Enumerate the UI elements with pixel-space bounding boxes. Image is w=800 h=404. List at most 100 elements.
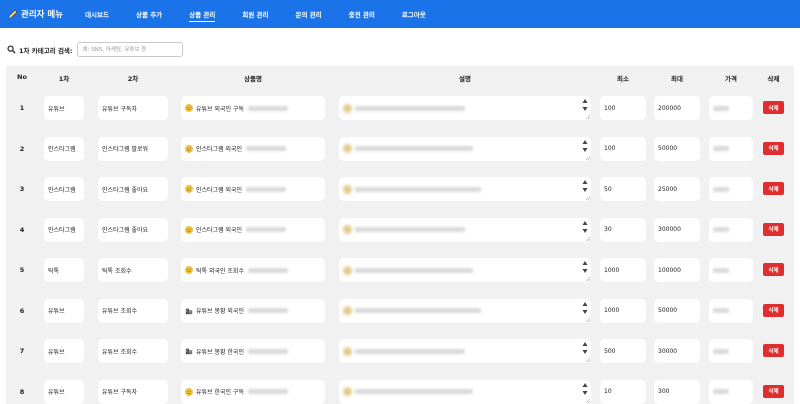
max-field[interactable]: 200000: [654, 96, 700, 120]
product-name-field[interactable]: 유튜브 외국인 구독: [181, 96, 325, 120]
resize-handle-icon[interactable]: [585, 276, 590, 281]
resize-handle-icon[interactable]: [585, 195, 590, 200]
nav-item-6[interactable]: 로그아웃: [402, 0, 426, 28]
nav-item-2[interactable]: 상품 관리: [189, 0, 216, 28]
description-field[interactable]: [339, 379, 591, 404]
description-field[interactable]: [339, 136, 591, 161]
cat1-field[interactable]: 틱톡: [44, 258, 84, 282]
max-field[interactable]: 300: [654, 379, 700, 404]
cat1-field[interactable]: 유튜브: [44, 339, 84, 363]
price-field[interactable]: [709, 298, 753, 323]
price-field[interactable]: [709, 96, 753, 120]
smiley-icon: [185, 387, 193, 396]
min-field[interactable]: 100: [600, 136, 646, 161]
min-field[interactable]: 1000: [600, 258, 646, 282]
min-field[interactable]: 100: [600, 96, 646, 120]
resize-handle-icon[interactable]: [585, 236, 590, 241]
cat2-field[interactable]: 유튜브 구독자: [98, 96, 168, 120]
min-field[interactable]: 50: [600, 177, 646, 201]
product-name-field[interactable]: 인스타그램 외국인: [181, 217, 325, 242]
max-value: 50000: [658, 145, 678, 152]
min-field[interactable]: 1000: [600, 298, 646, 323]
delete-button[interactable]: 삭제: [763, 384, 784, 398]
scroll-arrows-icon[interactable]: [582, 98, 588, 112]
product-name-field[interactable]: 유튜브 봉황 한국인: [181, 339, 325, 363]
resize-handle-icon[interactable]: [585, 155, 590, 160]
building-icon: [185, 348, 193, 355]
scroll-arrows-icon[interactable]: [582, 301, 588, 315]
scroll-arrows-icon[interactable]: [582, 139, 588, 153]
scroll-arrows-icon[interactable]: [582, 341, 588, 355]
delete-button[interactable]: 삭제: [763, 101, 784, 114]
description-field[interactable]: [339, 298, 591, 323]
description-field[interactable]: [339, 96, 591, 120]
product-name-field[interactable]: 유튜브 한국인 구독: [181, 379, 325, 404]
max-field[interactable]: 100000: [654, 258, 700, 282]
description-field[interactable]: [339, 339, 591, 363]
min-field[interactable]: 30: [600, 217, 646, 242]
description-field[interactable]: [339, 258, 591, 282]
resize-handle-icon[interactable]: [585, 357, 590, 362]
max-field[interactable]: 50000: [654, 136, 700, 161]
max-field[interactable]: 300000: [654, 217, 700, 242]
blurred-text: [355, 348, 465, 354]
cat2-value: 인스타그램 좋아요: [102, 186, 149, 194]
scroll-arrows-icon[interactable]: [582, 179, 588, 193]
cat2-field[interactable]: 유튜브 조회수: [98, 298, 168, 323]
delete-button[interactable]: 삭제: [763, 263, 784, 276]
product-name-field[interactable]: 인스타그램 외국인: [181, 136, 325, 161]
product-name-field[interactable]: 틱톡 외국인 조회수: [181, 258, 325, 282]
resize-handle-icon[interactable]: [585, 398, 590, 403]
blurred-price: [713, 227, 729, 232]
cat2-field[interactable]: 인스타그램 좋아요: [98, 217, 168, 242]
nav-item-0[interactable]: 대시보드: [85, 0, 109, 28]
cat2-field[interactable]: 인스타그램 팔로워: [98, 136, 168, 161]
delete-button[interactable]: 삭제: [763, 182, 784, 195]
product-name-field[interactable]: 인스타그램 외국인: [181, 177, 325, 201]
min-value: 100: [604, 104, 616, 112]
nav-item-1[interactable]: 상품 추가: [136, 0, 162, 28]
delete-button[interactable]: 삭제: [763, 303, 784, 317]
nav-item-4[interactable]: 문의 관리: [296, 0, 322, 28]
row-number: 1: [19, 104, 25, 112]
product-name-field[interactable]: 유튜브 봉황 외국인: [181, 298, 325, 323]
max-field[interactable]: 25000: [654, 177, 700, 201]
product-name-value: 유튜브 봉황 외국인: [196, 308, 244, 315]
nav-item-3[interactable]: 회원 관리: [242, 0, 268, 28]
scroll-arrows-icon[interactable]: [582, 260, 588, 274]
max-field[interactable]: 50000: [654, 298, 700, 323]
scroll-arrows-icon[interactable]: [582, 220, 588, 234]
price-field[interactable]: [709, 379, 753, 404]
description-field[interactable]: [339, 217, 591, 242]
cat2-field[interactable]: 유튜브 조회수: [98, 339, 168, 363]
cat1-field[interactable]: 유튜브: [44, 96, 84, 120]
cat1-field[interactable]: 유튜브: [44, 379, 84, 404]
scroll-arrows-icon[interactable]: [582, 382, 588, 396]
pencil-icon: [8, 9, 18, 19]
price-field[interactable]: [709, 177, 753, 201]
cat1-field[interactable]: 인스타그램: [44, 136, 84, 161]
blurred-text: [355, 146, 473, 151]
delete-button[interactable]: 삭제: [763, 222, 784, 236]
delete-button[interactable]: 삭제: [763, 141, 784, 155]
max-value: 25000: [658, 185, 678, 193]
resize-handle-icon[interactable]: [585, 317, 590, 322]
cat1-field[interactable]: 인스타그램: [44, 217, 84, 242]
nav-item-5[interactable]: 충전 관리: [349, 0, 375, 28]
min-field[interactable]: 500: [600, 339, 646, 363]
price-field[interactable]: [709, 258, 753, 282]
max-field[interactable]: 30000: [654, 339, 700, 363]
resize-handle-icon[interactable]: [585, 114, 590, 119]
description-field[interactable]: [339, 177, 591, 201]
price-field[interactable]: [709, 217, 753, 242]
price-field[interactable]: [709, 136, 753, 161]
cat2-field[interactable]: 인스타그램 좋아요: [98, 177, 168, 201]
cat1-field[interactable]: 인스타그램: [44, 177, 84, 201]
delete-button[interactable]: 삭제: [763, 344, 784, 357]
price-field[interactable]: [709, 339, 753, 363]
search-input[interactable]: [76, 42, 183, 57]
cat2-field[interactable]: 유튜브 구독자: [98, 379, 168, 404]
min-field[interactable]: 10: [600, 379, 646, 404]
cat1-field[interactable]: 유튜브: [44, 298, 84, 323]
cat2-field[interactable]: 틱톡 조회수: [98, 258, 168, 282]
